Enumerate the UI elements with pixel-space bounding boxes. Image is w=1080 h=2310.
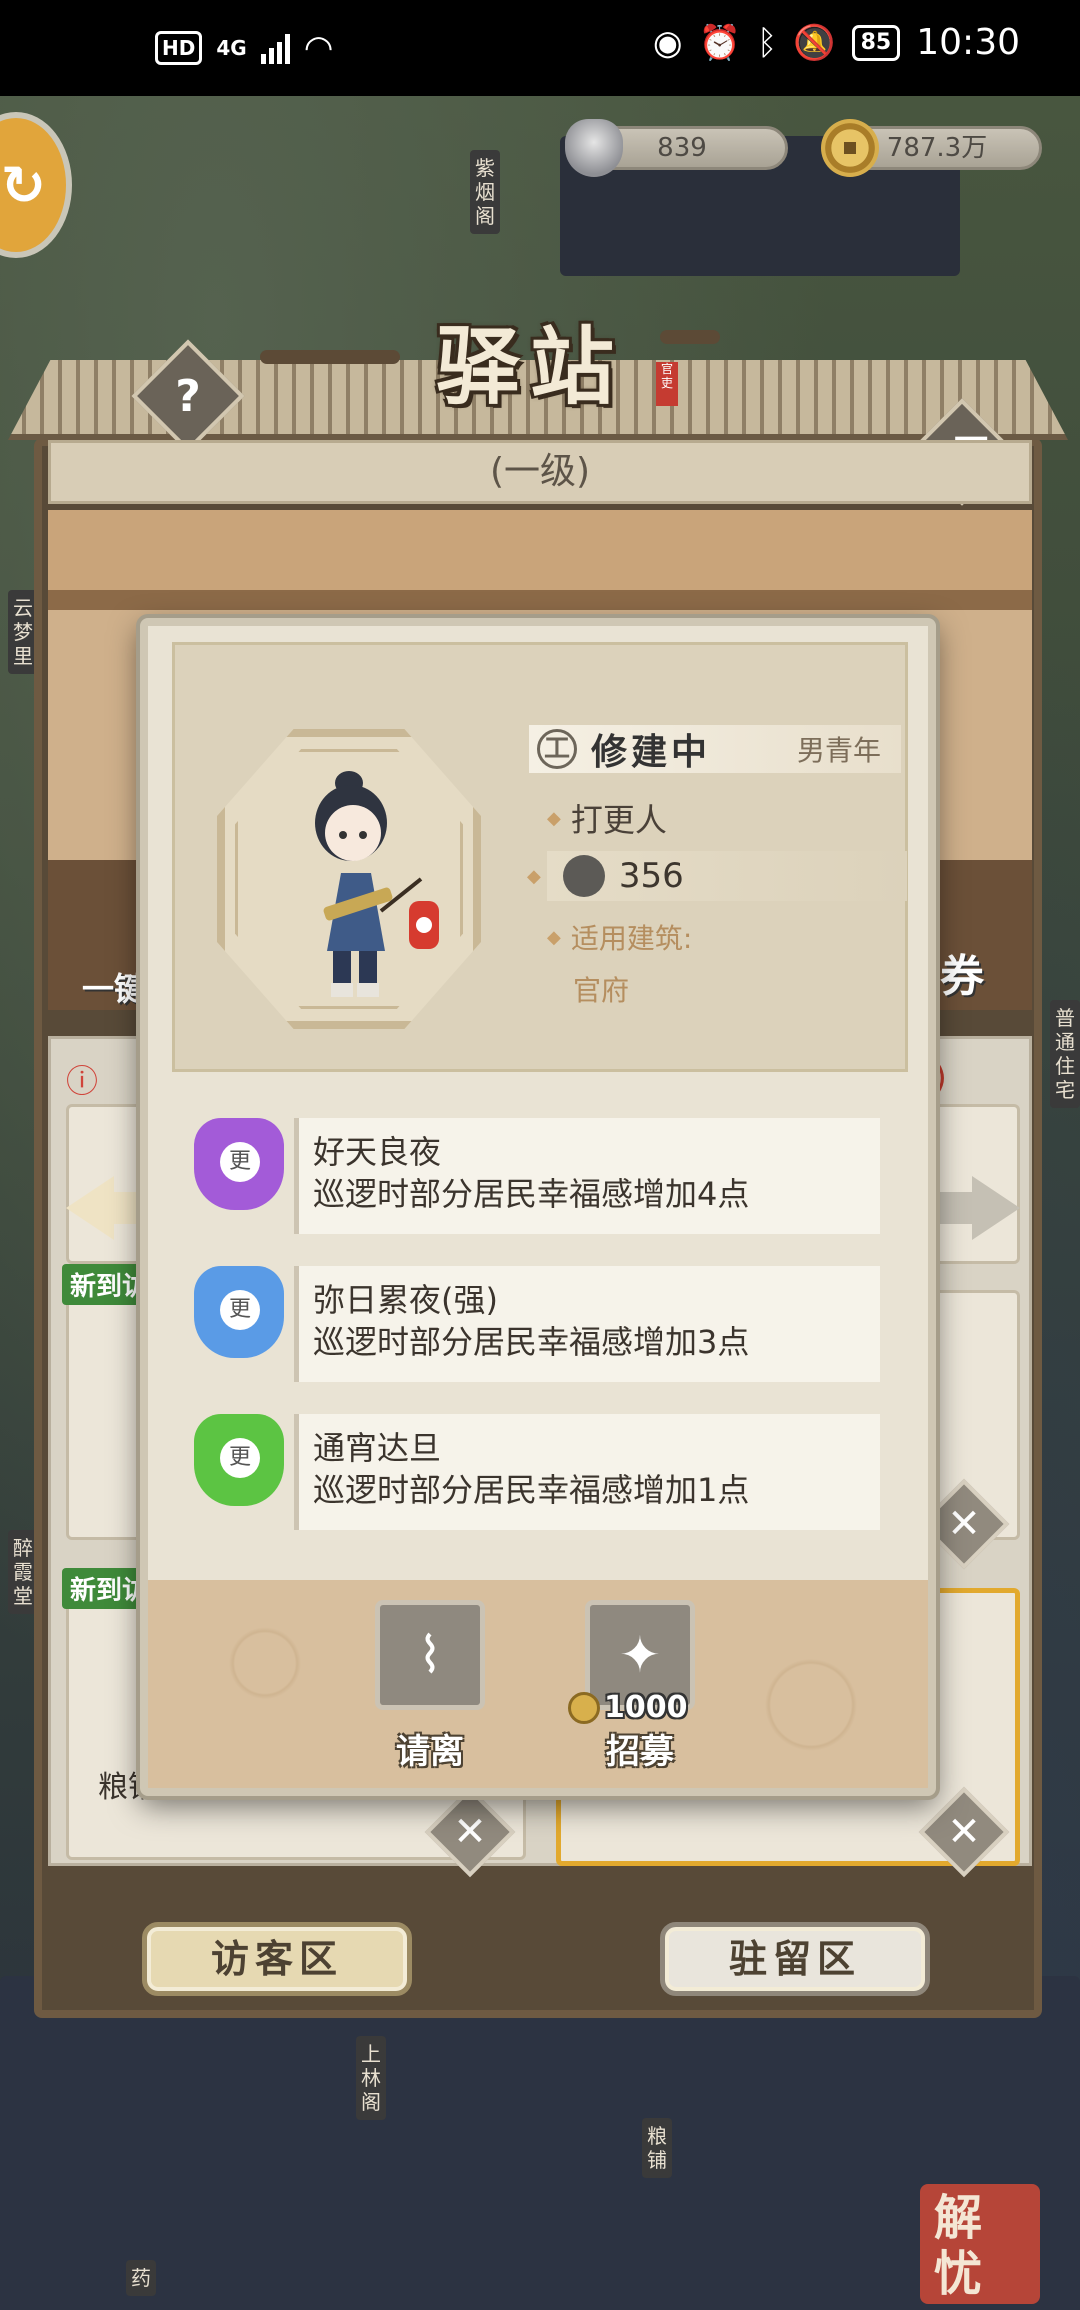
- happiness-row: ◆ 356: [527, 851, 907, 901]
- one-key-label[interactable]: 一键: [82, 964, 146, 1010]
- relief-button[interactable]: 解忧: [920, 2184, 1040, 2304]
- skill-row: 通宵达旦 巡逻时部分居民幸福感增加1点: [168, 1414, 890, 1534]
- lantern-green-icon: [194, 1414, 284, 1506]
- signal-icon: [260, 32, 290, 64]
- broom-icon: ⌇: [375, 1600, 485, 1710]
- skill-desc: 巡逻时部分居民幸福感增加4点: [313, 1175, 750, 1213]
- worker-type-icon: 工: [537, 729, 577, 769]
- battery-icon: 85: [851, 24, 901, 61]
- silver-counter: 839: [565, 119, 788, 177]
- skill-row: 好天良夜 巡逻时部分居民幸福感增加4点: [168, 1118, 890, 1238]
- coin-value: 787.3万: [886, 133, 988, 163]
- alarm-icon: ⏰: [698, 22, 741, 63]
- skill-desc: 巡逻时部分居民幸福感增加1点: [313, 1471, 750, 1509]
- lantern-blue-icon: [194, 1266, 284, 1358]
- worker-gender-age: 男青年: [796, 734, 881, 767]
- building-label-text: 适用建筑:: [570, 922, 693, 955]
- station-level: (一级): [48, 440, 1032, 504]
- status-left: HD 4G ◠: [155, 28, 333, 68]
- status-right: ◉ ⏰ ᛒ 🔕 85 10:30: [653, 22, 1020, 63]
- building-label: ◆ 适用建筑:: [547, 917, 692, 957]
- recruit-cost-value: 1000: [604, 1690, 688, 1725]
- coin-icon: [821, 119, 879, 177]
- voucher-label[interactable]: 券: [940, 940, 984, 1004]
- skill-card: 好天良夜 巡逻时部分居民幸福感增加4点: [294, 1118, 880, 1234]
- map-label-grain[interactable]: 粮铺: [642, 2118, 672, 2178]
- map-label-ziyan[interactable]: 紫烟阁: [470, 150, 500, 234]
- station-title-text: 驿站: [435, 316, 624, 416]
- status-bar: HD 4G ◠ ◉ ⏰ ᛒ 🔕 85 10:30: [0, 0, 1080, 96]
- map-buildings-lower: [0, 1976, 1080, 2310]
- map-label-medicine[interactable]: 药: [126, 2260, 156, 2296]
- worker-job-text: 打更人: [570, 801, 667, 839]
- question-icon: ?: [175, 370, 201, 422]
- skill-name: 通宵达旦: [313, 1429, 442, 1467]
- skill-card: 弥日累夜(强) 巡逻时部分居民幸福感增加3点: [294, 1266, 880, 1382]
- recruit-cost: 1000: [568, 1690, 688, 1725]
- worker-name-row: 工 修建中 男青年: [529, 725, 901, 773]
- coin-icon: [568, 1691, 600, 1724]
- official-seal: 官吏: [656, 362, 678, 406]
- worker-profile: 工 修建中 男青年 ◆ 打更人 ◆ 356 ◆ 适用建筑: 官府: [172, 642, 908, 1072]
- lantern-purple-icon: [194, 1118, 284, 1210]
- map-label-residence[interactable]: 普通住宅: [1050, 1000, 1080, 1108]
- station-title: 驿站 官吏: [260, 300, 720, 420]
- recruit-button[interactable]: ✦ 1000 招募: [568, 1600, 700, 1773]
- warning-icon: ⓘ: [66, 1062, 99, 1100]
- close-icon: ✕: [947, 1501, 981, 1547]
- diamond-bullet-icon: ◆: [547, 807, 561, 829]
- building-value: 官府: [573, 974, 630, 1007]
- skill-name: 弥日累夜(强): [313, 1281, 498, 1319]
- eye-icon: ◉: [652, 22, 683, 63]
- silver-value: 839: [657, 133, 707, 163]
- bluetooth-icon: ᛒ: [756, 22, 778, 63]
- worker-status: 修建中: [591, 731, 712, 773]
- close-icon: ✕: [453, 1809, 487, 1855]
- dismiss-label: 请离: [396, 1732, 464, 1772]
- skill-row: 弥日累夜(强) 巡逻时部分居民幸福感增加3点: [168, 1266, 890, 1386]
- coin-counter: 787.3万: [821, 119, 1042, 177]
- network-type: 4G: [216, 36, 247, 60]
- map-label-shanglin[interactable]: 上林阁: [356, 2036, 386, 2120]
- recruit-label: 招募: [606, 1732, 674, 1772]
- skill-card: 通宵达旦 巡逻时部分居民幸福感增加1点: [294, 1414, 880, 1530]
- diamond-bullet-icon: ◆: [527, 865, 541, 887]
- worker-detail-popup: 工 修建中 男青年 ◆ 打更人 ◆ 356 ◆ 适用建筑: 官府 好天良夜 巡逻…: [140, 618, 936, 1796]
- hd-icon: HD: [155, 31, 203, 65]
- action-bar: ⌇ 请离 ✦ 1000 招募: [148, 1580, 928, 1788]
- tab-resident-area[interactable]: 驻留区: [660, 1922, 930, 1996]
- wifi-icon: ◠: [303, 28, 334, 68]
- happiness-value: 356: [618, 856, 684, 896]
- happiness-icon: [562, 855, 605, 897]
- worker-job: ◆ 打更人: [547, 795, 667, 841]
- clock: 10:30: [916, 22, 1020, 63]
- tab-visitor-area[interactable]: 访客区: [142, 1922, 412, 1996]
- watchman-character: [315, 771, 439, 997]
- diamond-bullet-icon: ◆: [547, 926, 561, 948]
- skill-name: 好天良夜: [313, 1133, 442, 1171]
- dismiss-button[interactable]: ⌇ 请离: [370, 1600, 490, 1773]
- skill-desc: 巡逻时部分居民幸福感增加3点: [313, 1323, 750, 1361]
- close-icon: ✕: [947, 1809, 981, 1855]
- silver-ingot-icon: [565, 119, 623, 177]
- mute-icon: 🔕: [793, 22, 836, 63]
